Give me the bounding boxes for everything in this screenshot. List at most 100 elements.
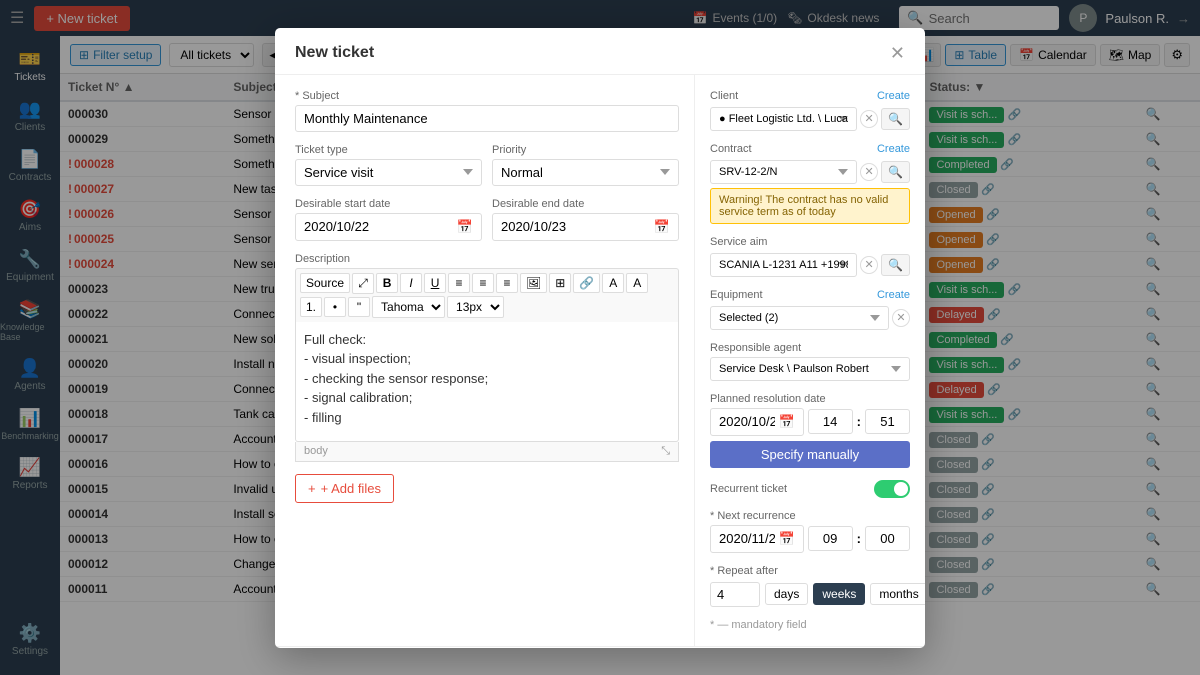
- recurrent-toggle[interactable]: [874, 480, 910, 498]
- new-ticket-modal: New ticket ✕ * Subject Ticket type Servi…: [275, 28, 925, 648]
- type-priority-row: Ticket type Service visit Incident Reque…: [295, 144, 679, 198]
- agent-select[interactable]: Service Desk \ Paulson Robert: [710, 357, 910, 381]
- rte-quote-btn[interactable]: ": [348, 297, 370, 317]
- subject-input[interactable]: [295, 105, 679, 132]
- service-aim-select[interactable]: SCANIA L-1231 A11 +199838907...: [710, 253, 857, 277]
- end-date-label: Desirable end date: [492, 198, 679, 210]
- start-date-group: Desirable start date 📅: [295, 198, 482, 241]
- end-date-input[interactable]: [501, 219, 650, 234]
- client-group: Client Create ● Fleet Logistic Ltd. \ Lu…: [710, 90, 910, 131]
- contract-clear-button[interactable]: ✕: [860, 163, 878, 181]
- rte-color-a-btn[interactable]: A: [602, 273, 624, 293]
- equipment-select-wrap: Selected (2) ✕: [710, 306, 910, 330]
- modal-right-panel: Client Create ● Fleet Logistic Ltd. \ Lu…: [695, 75, 925, 646]
- rte-link-btn[interactable]: 🔗: [573, 273, 600, 293]
- contract-search-button[interactable]: 🔍: [881, 161, 910, 183]
- ticket-type-select[interactable]: Service visit Incident Request: [295, 159, 482, 186]
- planned-date-group: Planned resolution date 📅 : Specify manu…: [710, 393, 910, 468]
- start-date-picker[interactable]: 📅: [295, 213, 482, 241]
- add-files-button[interactable]: + + Add files: [295, 474, 394, 503]
- modal-footer: ✓ Create: [275, 646, 925, 648]
- contract-label: Contract: [710, 143, 752, 155]
- calendar-end-icon: 📅: [654, 219, 670, 235]
- next-recurrence-picker[interactable]: 📅: [710, 525, 804, 553]
- rte-align-center-btn[interactable]: ≡: [472, 273, 494, 293]
- rte-align-left-btn[interactable]: ≡: [448, 273, 470, 293]
- rte-expand-btn[interactable]: ⤢: [352, 273, 374, 294]
- priority-select[interactable]: Low Normal High Critical: [492, 159, 679, 186]
- equipment-group: Equipment Create Selected (2) ✕: [710, 289, 910, 330]
- start-date-input[interactable]: [304, 219, 453, 234]
- planned-date-picker[interactable]: 📅: [710, 408, 804, 436]
- client-select[interactable]: ● Fleet Logistic Ltd. \ Lucas Geor...: [710, 107, 857, 131]
- planned-date-label: Planned resolution date: [710, 393, 910, 405]
- rte-table-btn[interactable]: ⊞: [549, 273, 571, 293]
- client-select-wrap: ● Fleet Logistic Ltd. \ Lucas Geor... ✕ …: [710, 107, 910, 131]
- add-icon: +: [308, 481, 316, 496]
- service-aim-group: Service aim SCANIA L-1231 A11 +199838907…: [710, 236, 910, 277]
- repeat-after-label: * Repeat after: [710, 565, 910, 577]
- service-aim-clear-button[interactable]: ✕: [860, 256, 878, 274]
- modal-overlay: New ticket ✕ * Subject Ticket type Servi…: [0, 0, 1200, 675]
- ticket-type-label: Ticket type: [295, 144, 482, 156]
- rte-underline-btn[interactable]: U: [424, 273, 446, 293]
- time-colon: :: [857, 414, 861, 429]
- modal-close-button[interactable]: ✕: [890, 43, 905, 64]
- contract-create-link[interactable]: Create: [877, 143, 910, 155]
- rte-image-btn[interactable]: 🖼: [520, 273, 547, 293]
- contract-header: Contract Create: [710, 143, 910, 155]
- rte-font-select[interactable]: Tahoma: [372, 296, 445, 318]
- rte-italic-btn[interactable]: I: [400, 273, 422, 293]
- recurrent-label: Recurrent ticket: [710, 483, 787, 495]
- agent-group: Responsible agent Service Desk \ Paulson…: [710, 342, 910, 381]
- specify-manually-button[interactable]: Specify manually: [710, 441, 910, 468]
- next-recurrence-row: 📅 :: [710, 525, 910, 553]
- client-search-button[interactable]: 🔍: [881, 108, 910, 130]
- rte-bg-btn[interactable]: A: [626, 273, 648, 293]
- next-rec-hour-input[interactable]: [808, 526, 853, 551]
- priority-group: Priority Low Normal High Critical: [492, 144, 679, 186]
- rte-size-select[interactable]: 13px: [447, 296, 504, 318]
- client-clear-button[interactable]: ✕: [860, 110, 878, 128]
- rte-footer: body ⤡: [295, 442, 679, 462]
- repeat-after-group: * Repeat after days weeks months: [710, 565, 910, 607]
- rte-align-right-btn[interactable]: ≡: [496, 273, 518, 293]
- mandatory-note: * — mandatory field: [710, 619, 910, 631]
- rte-list-ul-btn[interactable]: •: [324, 297, 346, 317]
- equipment-create-link[interactable]: Create: [877, 289, 910, 301]
- rte-list-ol-btn[interactable]: 1.: [300, 297, 322, 317]
- modal-title: New ticket: [295, 44, 374, 62]
- repeat-months-button[interactable]: months: [870, 583, 925, 605]
- rte-bold-btn[interactable]: B: [376, 273, 398, 293]
- rte-content-area[interactable]: Full check:- visual inspection;- checkin…: [295, 322, 679, 442]
- priority-label: Priority: [492, 144, 679, 156]
- planned-hour-input[interactable]: [808, 409, 853, 434]
- start-date-label: Desirable start date: [295, 198, 482, 210]
- repeat-weeks-button[interactable]: weeks: [813, 583, 865, 605]
- contract-select[interactable]: SRV-12-2/N: [710, 160, 857, 184]
- end-date-group: Desirable end date 📅: [492, 198, 679, 241]
- repeat-value-input[interactable]: [710, 582, 760, 607]
- equipment-clear-button[interactable]: ✕: [892, 309, 910, 327]
- calendar-icon: 📅: [457, 219, 473, 235]
- time-colon2: :: [857, 531, 861, 546]
- agent-label: Responsible agent: [710, 342, 910, 354]
- service-aim-header: Service aim: [710, 236, 910, 248]
- contract-group: Contract Create SRV-12-2/N ✕ 🔍 Warning! …: [710, 143, 910, 224]
- client-create-link[interactable]: Create: [877, 90, 910, 102]
- rte-resize-icon[interactable]: ⤡: [661, 445, 670, 458]
- recurrent-group: Recurrent ticket: [710, 480, 910, 498]
- equipment-select[interactable]: Selected (2): [710, 306, 889, 330]
- planned-min-input[interactable]: [865, 409, 910, 434]
- planned-date-input[interactable]: [719, 414, 775, 429]
- repeat-days-button[interactable]: days: [765, 583, 808, 605]
- calendar-planned-icon: 📅: [778, 414, 794, 430]
- service-aim-label: Service aim: [710, 236, 767, 248]
- next-recurrence-label: * Next recurrence: [710, 510, 910, 522]
- rte-source-btn[interactable]: Source: [300, 273, 350, 293]
- end-date-picker[interactable]: 📅: [492, 213, 679, 241]
- next-rec-min-input[interactable]: [865, 526, 910, 551]
- next-recurrence-input[interactable]: [719, 531, 775, 546]
- service-aim-search-button[interactable]: 🔍: [881, 254, 910, 276]
- contract-warning: Warning! The contract has no valid servi…: [710, 188, 910, 224]
